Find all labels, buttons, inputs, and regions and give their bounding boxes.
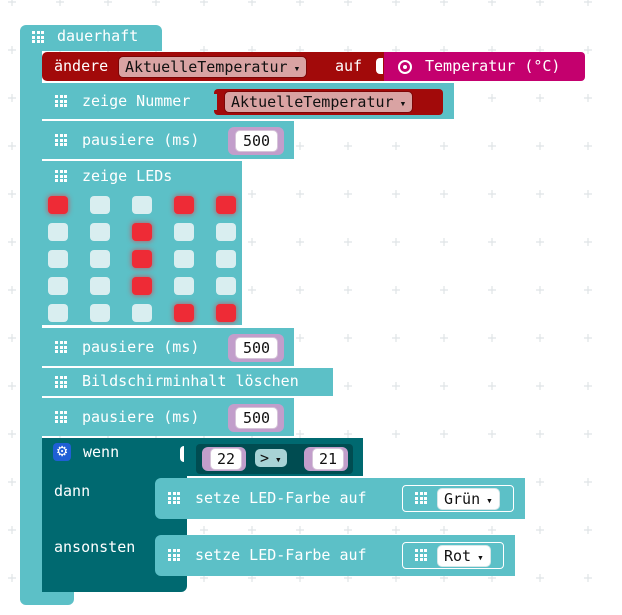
led-cell-1-1[interactable] xyxy=(90,223,110,241)
gear-icon[interactable]: ⚙ xyxy=(53,443,71,461)
pause-3-grid-icon xyxy=(55,411,67,423)
pause-2-label: pausiere (ms) xyxy=(82,338,200,356)
color-red-dropdown[interactable]: Rot xyxy=(437,545,491,567)
led-cell-1-3[interactable] xyxy=(174,223,194,241)
led-cell-2-1[interactable] xyxy=(90,250,110,268)
pause-1-grid-icon xyxy=(55,134,67,146)
pause-1-label: pausiere (ms) xyxy=(82,131,200,149)
led-cell-3-4[interactable] xyxy=(216,277,236,295)
led-cell-0-4[interactable] xyxy=(216,196,236,214)
led-cell-1-2[interactable] xyxy=(132,223,152,241)
led-cell-4-2[interactable] xyxy=(132,304,152,322)
set-led-green-grid-icon xyxy=(168,492,180,504)
led-cell-0-3[interactable] xyxy=(174,196,194,214)
set-led-red-grid-icon xyxy=(168,549,180,561)
set-variable-label: ändere xyxy=(54,57,109,75)
then-label: dann xyxy=(54,482,91,500)
led-cell-2-0[interactable] xyxy=(48,250,68,268)
pause-3-label: pausiere (ms) xyxy=(82,408,200,426)
if-condition-socket-cap xyxy=(180,446,184,462)
led-cell-4-3[interactable] xyxy=(174,304,194,322)
else-label: ansonsten xyxy=(54,538,136,556)
led-cell-2-4[interactable] xyxy=(216,250,236,268)
led-cell-1-0[interactable] xyxy=(48,223,68,241)
set-variable-dropdown[interactable]: AktuelleTemperatur xyxy=(118,56,308,78)
compare-right-input[interactable]: 21 xyxy=(312,448,344,470)
show-number-label: zeige Nummer xyxy=(82,92,191,110)
led-cell-4-1[interactable] xyxy=(90,304,110,322)
led-cell-3-3[interactable] xyxy=(174,277,194,295)
thermometer-target-icon xyxy=(398,60,412,74)
clear-screen-label: Bildschirminhalt löschen xyxy=(82,372,299,390)
set-led-green-label: setze LED-Farbe auf xyxy=(195,489,367,507)
forever-block-left-rail xyxy=(20,45,42,600)
led-cell-3-1[interactable] xyxy=(90,277,110,295)
led-cell-0-0[interactable] xyxy=(48,196,68,214)
temperature-sensor-label: Temperatur (°C) xyxy=(425,57,561,75)
forever-grid-icon xyxy=(32,31,44,43)
led-cell-1-4[interactable] xyxy=(216,223,236,241)
led-cell-3-0[interactable] xyxy=(48,277,68,295)
led-cell-4-4[interactable] xyxy=(216,304,236,322)
forever-label: dauerhaft xyxy=(57,27,139,45)
show-number-socket-cap xyxy=(210,94,217,110)
show-leds-grid-icon xyxy=(55,170,67,182)
show-number-grid-icon xyxy=(55,95,67,107)
led-cell-3-2[interactable] xyxy=(132,277,152,295)
pause-1-value-input[interactable]: 500 xyxy=(235,130,278,152)
led-cell-2-2[interactable] xyxy=(132,250,152,268)
if-label: wenn xyxy=(83,443,120,461)
compare-left-input[interactable]: 22 xyxy=(210,448,242,470)
set-led-red-label: setze LED-Farbe auf xyxy=(195,546,367,564)
pause-2-value-input[interactable]: 500 xyxy=(235,337,278,359)
pause-2-grid-icon xyxy=(55,341,67,353)
color-green-grid-icon xyxy=(415,492,427,504)
show-leds-label: zeige LEDs xyxy=(82,167,173,185)
led-cell-0-1[interactable] xyxy=(90,196,110,214)
led-cell-4-0[interactable] xyxy=(48,304,68,322)
color-green-dropdown[interactable]: Grün xyxy=(437,488,500,510)
compare-operator-dropdown[interactable]: > xyxy=(255,449,287,467)
led-cell-0-2[interactable] xyxy=(132,196,152,214)
set-variable-to-label: auf xyxy=(335,57,363,75)
pause-3-value-input[interactable]: 500 xyxy=(235,407,278,429)
color-red-grid-icon xyxy=(415,549,427,561)
clear-screen-grid-icon xyxy=(55,376,67,388)
show-number-variable-dropdown[interactable]: AktuelleTemperatur xyxy=(224,91,414,113)
led-cell-2-3[interactable] xyxy=(174,250,194,268)
set-variable-socket-cap xyxy=(376,58,383,74)
